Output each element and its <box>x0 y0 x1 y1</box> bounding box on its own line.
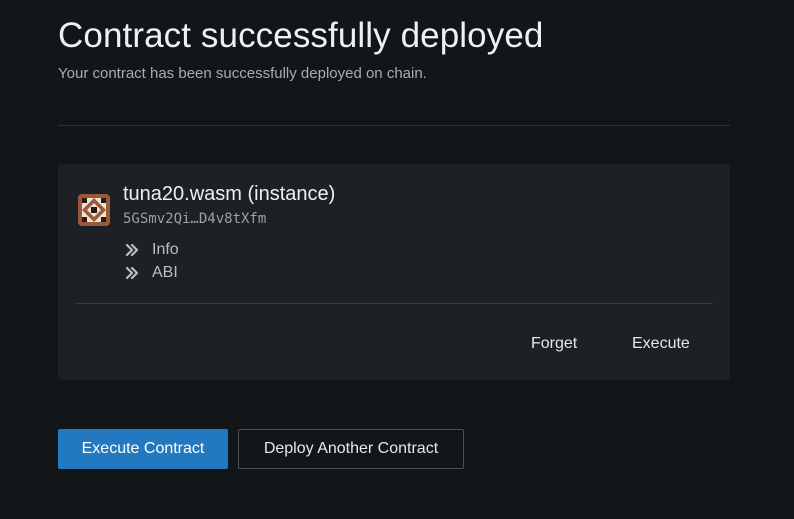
deploy-success-page: Contract successfully deployed Your cont… <box>0 0 794 519</box>
abi-expander[interactable]: ABI <box>125 263 178 283</box>
contract-address[interactable]: 5GSmv2Qi…D4v8tXfm <box>123 210 266 228</box>
page-title: Contract successfully deployed <box>58 16 544 55</box>
info-expander-label: Info <box>152 241 179 258</box>
double-chevron-right-icon <box>125 243 139 257</box>
contract-card: tuna20.wasm (instance) 5GSmv2Qi…D4v8tXfm… <box>58 164 730 380</box>
deploy-another-contract-button[interactable]: Deploy Another Contract <box>238 429 464 469</box>
contract-identicon <box>78 194 110 226</box>
page-header: Contract successfully deployed Your cont… <box>58 14 730 83</box>
abi-expander-label: ABI <box>152 264 178 281</box>
info-expander[interactable]: Info <box>125 240 179 260</box>
page-subtitle: Your contract has been successfully depl… <box>58 65 427 82</box>
forget-button[interactable]: Forget <box>531 332 577 356</box>
execute-button[interactable]: Execute <box>632 332 690 356</box>
header-divider <box>58 125 730 126</box>
execute-contract-button[interactable]: Execute Contract <box>58 429 228 469</box>
double-chevron-right-icon <box>125 266 139 280</box>
card-divider <box>75 303 713 304</box>
contract-name: tuna20.wasm (instance) <box>123 183 336 205</box>
